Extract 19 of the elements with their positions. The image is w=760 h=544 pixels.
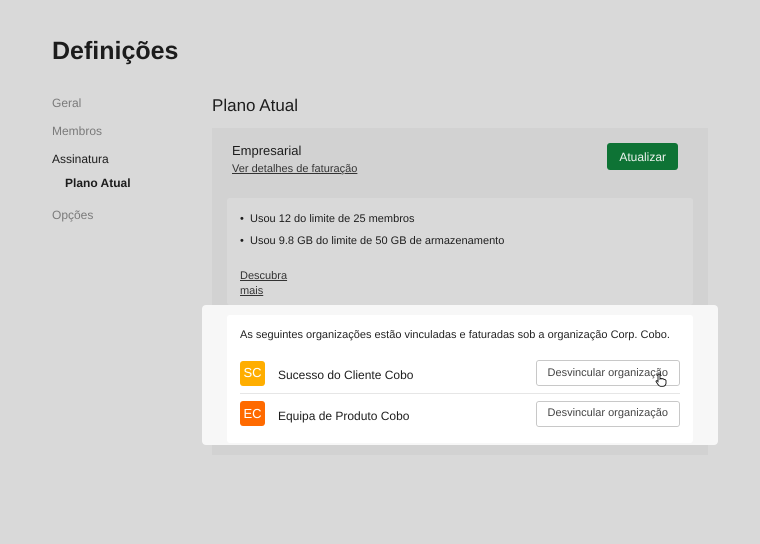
linked-orgs-description: As seguintes organizações estão vinculadas e faturadas sob a organização Corp. Cobo. xyxy=(240,328,671,343)
plan-name: Empresarial xyxy=(232,142,302,160)
org-avatar: SC xyxy=(240,360,265,386)
unlink-org-button[interactable]: Desvincular organização xyxy=(536,400,680,427)
org-name: Sucesso do Cliente Cobo xyxy=(278,367,414,384)
page-title: Definições xyxy=(52,36,180,67)
upgrade-button[interactable]: Atualizar xyxy=(607,143,678,170)
bullet-marker: • xyxy=(240,234,245,249)
bullet-marker: • xyxy=(240,212,245,227)
usage-item: Usou 9.8 GB do limite de 50 GB de armazenamento xyxy=(250,234,504,249)
billing-link[interactable]: Ver detalhes de faturação xyxy=(232,160,358,177)
unlink-org-button[interactable]: Desvincular organização xyxy=(536,360,680,386)
org-name: Equipa de Produto Cobo xyxy=(278,408,410,424)
org-avatar: EC xyxy=(240,401,265,426)
usage-item: Usou 12 do limite de 25 membros xyxy=(250,212,414,227)
learn-more-link[interactable]: Descubra mais xyxy=(240,269,300,299)
sidebar-item[interactable]: Assinatura xyxy=(52,150,212,178)
section-title: Plano Atual xyxy=(212,94,300,116)
sidebar-subitem[interactable]: Plano Atual xyxy=(52,178,212,206)
